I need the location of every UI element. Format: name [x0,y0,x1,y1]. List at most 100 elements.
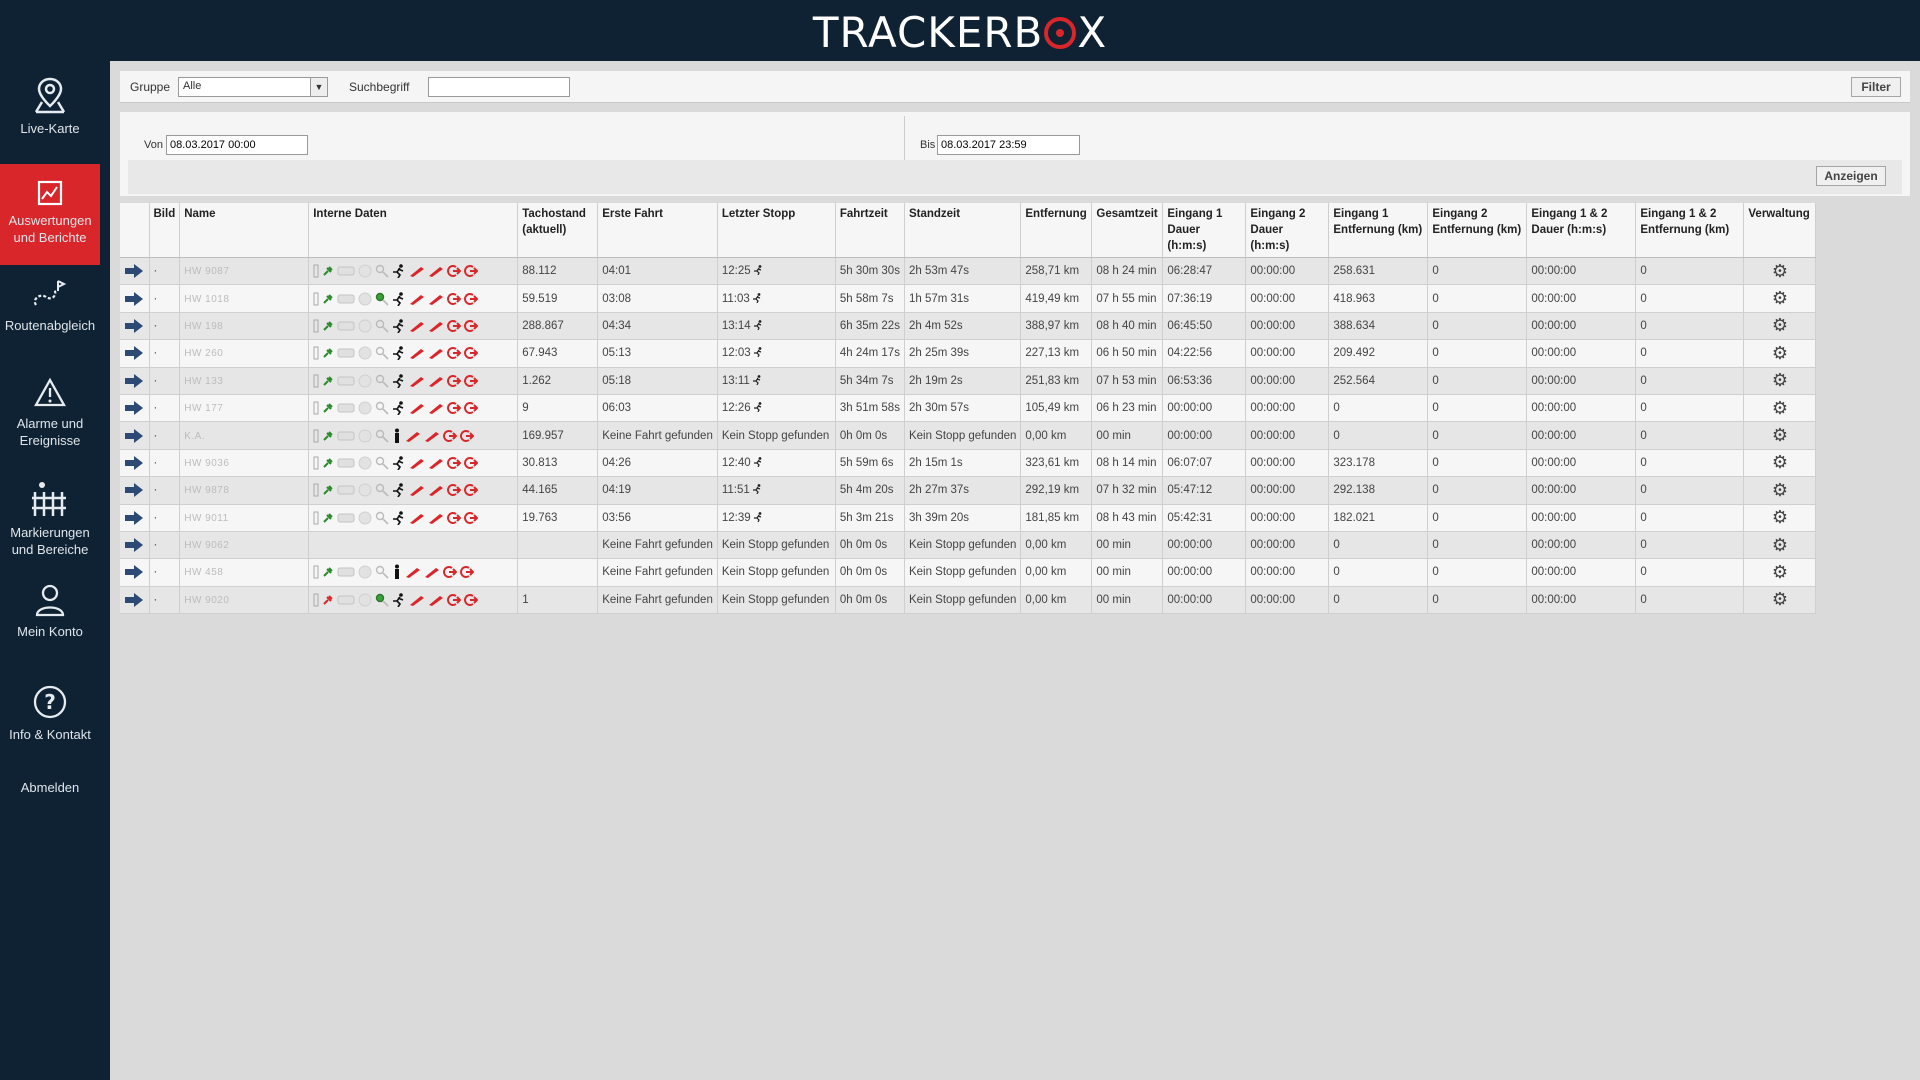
row-settings-button[interactable]: ⚙ [1743,339,1817,368]
search-icon [376,264,389,278]
group-select[interactable]: Alle ▼ [178,77,328,97]
row-open-button[interactable] [120,257,150,286]
row-name[interactable]: HW 9036 [179,449,310,478]
sidebar-item-mein-konto[interactable]: Mein Konto [0,583,100,640]
sidebar-item-info[interactable]: ? Info & Kontakt [0,684,100,743]
row-open-button[interactable] [120,421,150,450]
battery-icon [313,264,319,278]
row-bild: · [149,284,181,313]
row-erste-fahrt: 04:01 [597,257,718,286]
row-settings-button[interactable]: ⚙ [1743,449,1817,478]
row-open-button[interactable] [120,504,150,532]
row-settings-button[interactable]: ⚙ [1743,284,1817,313]
sidebar-item-markierungen[interactable]: Markierungen und Bereiche [0,480,100,558]
row-internal-data-icons[interactable] [308,312,519,341]
from-date-input[interactable] [166,135,308,155]
circle-icon [358,511,372,525]
row-eingang12-dauer: 00:00:00 [1526,558,1637,587]
row-letzter-stopp: Kein Stopp gefunden [717,421,836,450]
row-internal-data-icons[interactable] [308,339,519,368]
row-internal-data-icons[interactable] [308,367,519,395]
sidebar-item-alarme[interactable]: Alarme und Ereignisse [0,377,100,449]
row-open-button[interactable] [120,312,150,341]
row-settings-button[interactable]: ⚙ [1743,312,1817,341]
search-label: Suchbegriff [349,80,410,94]
row-name[interactable]: HW 9011 [179,504,310,532]
date-panel-footer: Anzeigen [128,160,1902,194]
row-settings-button[interactable]: ⚙ [1743,558,1817,587]
row-entfernung: 323,61 km [1020,449,1093,478]
row-open-button[interactable] [120,394,150,423]
plug-icon [323,458,333,468]
arrow-right-icon [125,565,143,580]
row-eingang1-dauer: 06:45:50 [1162,312,1247,341]
row-letzter-stopp: 12:26 [717,394,836,423]
row-open-button[interactable] [120,476,150,505]
row-name[interactable]: HW 1018 [179,284,310,313]
row-internal-data-icons[interactable] [308,558,519,587]
sidebar-item-live-karte[interactable]: Live-Karte [0,76,100,137]
row-name[interactable]: HW 9087 [179,257,310,286]
row-internal-data-icons[interactable] [308,449,519,478]
row-gesamtzeit: 08 h 14 min [1091,449,1164,478]
row-internal-data-icons[interactable] [308,504,519,532]
search-input[interactable] [428,77,570,97]
filter-button[interactable]: Filter [1851,77,1901,97]
logout-icon [447,347,462,360]
row-internal-data-icons[interactable] [308,476,519,505]
row-name[interactable]: HW 260 [179,339,310,368]
row-name[interactable]: HW 198 [179,312,310,341]
row-internal-data-icons[interactable] [308,394,519,423]
sidebar-item-routenabgleich[interactable]: Routenabgleich [0,279,100,334]
logout-icon [443,566,458,579]
row-bild: · [149,558,181,587]
row-open-button[interactable] [120,367,150,395]
row-name[interactable]: HW 9020 [179,586,310,615]
row-eingang12-entfernung: 0 [1635,504,1745,532]
row-open-button[interactable] [120,531,150,560]
row-tachostand: 1.262 [517,367,599,395]
row-internal-data-icons[interactable] [308,284,519,313]
row-open-button[interactable] [120,586,150,615]
sidebar-item-auswertungen[interactable]: Auswertungen und Berichte [0,164,100,265]
row-internal-data-icons[interactable] [308,531,519,560]
row-eingang12-entfernung: 0 [1635,367,1745,395]
row-eingang1-entfernung: 252.564 [1328,367,1429,395]
row-internal-data-icons[interactable] [308,421,519,450]
row-settings-button[interactable]: ⚙ [1743,367,1817,395]
row-name[interactable]: HW 458 [179,558,310,587]
row-settings-button[interactable]: ⚙ [1743,476,1817,505]
row-eingang1-entfernung: 323.178 [1328,449,1429,478]
row-settings-button[interactable]: ⚙ [1743,531,1817,560]
row-standzeit: 2h 19m 2s [904,367,1022,395]
row-settings-button[interactable]: ⚙ [1743,394,1817,423]
col-header-tachostand: Tachostand (aktuell) [517,203,599,258]
row-internal-data-icons[interactable] [308,257,519,286]
row-settings-button[interactable]: ⚙ [1743,504,1817,532]
row-name[interactable]: HW 9062 [179,531,310,560]
row-eingang12-dauer: 00:00:00 [1526,312,1637,341]
row-name[interactable]: HW 133 [179,367,310,395]
row-eingang12-entfernung: 0 [1635,586,1745,615]
row-gesamtzeit: 08 h 24 min [1091,257,1164,286]
running-person-icon [753,402,762,413]
show-button[interactable]: Anzeigen [1816,166,1886,186]
sidebar-item-abmelden[interactable]: Abmelden [0,779,100,796]
row-settings-button[interactable]: ⚙ [1743,421,1817,450]
row-name[interactable]: HW 177 [179,394,310,423]
row-settings-button[interactable]: ⚙ [1743,586,1817,615]
row-name[interactable]: K.A. [179,421,310,450]
row-standzeit: 3h 39m 20s [904,504,1022,532]
row-settings-button[interactable]: ⚙ [1743,257,1817,286]
card-icon [337,294,355,304]
row-open-button[interactable] [120,449,150,478]
row-open-button[interactable] [120,558,150,587]
row-open-button[interactable] [120,339,150,368]
plug-icon [323,512,333,523]
card-icon [337,567,355,577]
row-internal-data-icons[interactable] [308,586,519,615]
row-erste-fahrt: Keine Fahrt gefunden [597,531,718,560]
row-open-button[interactable] [120,284,150,313]
to-date-input[interactable] [937,135,1080,155]
row-name[interactable]: HW 9878 [179,476,310,505]
